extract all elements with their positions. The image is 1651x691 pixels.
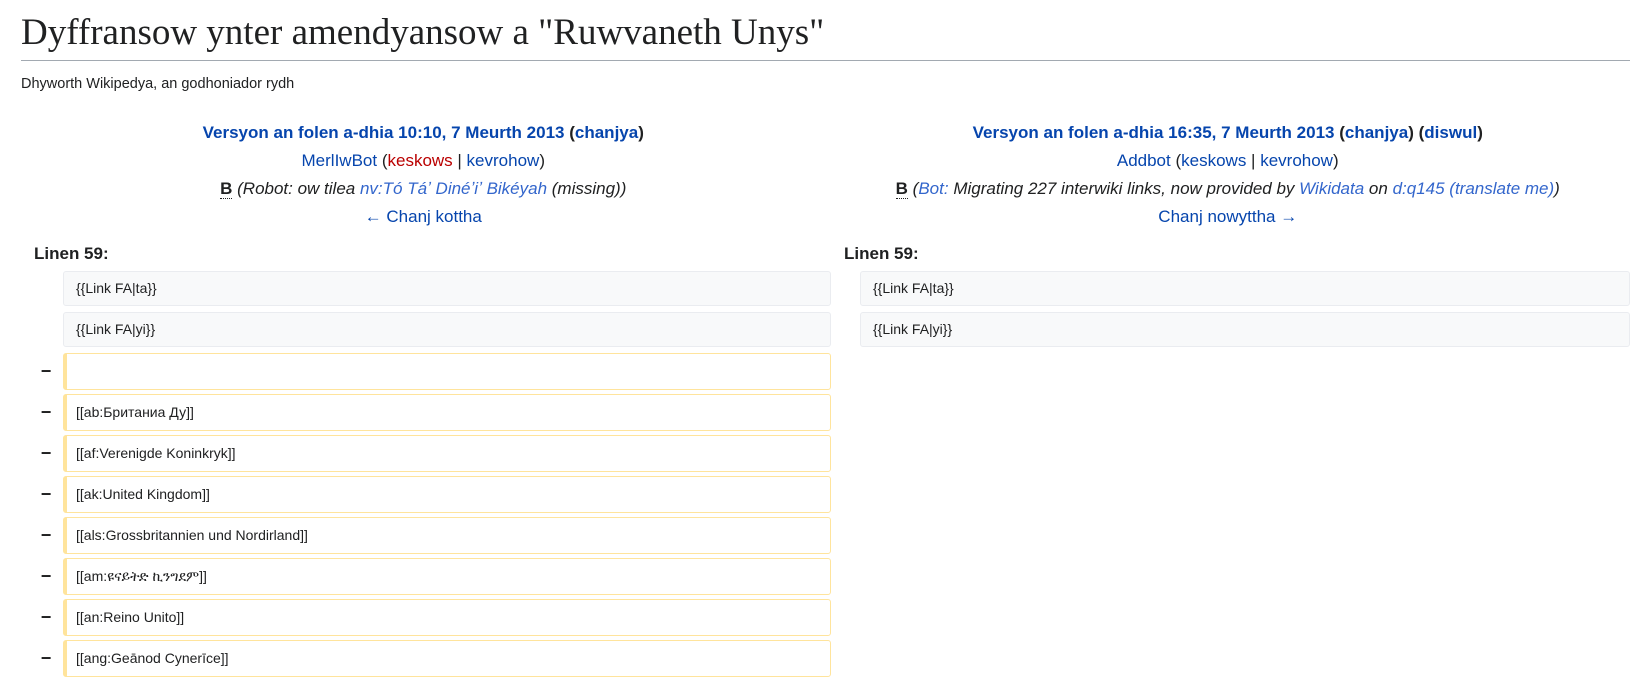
removed-row: − [[af:Verenigde Koninkryk]] [21, 435, 831, 476]
older-edit-link[interactable]: ← Chanj kottha [365, 207, 482, 226]
new-user-link[interactable]: Addbot [1117, 151, 1171, 170]
removed-row: − [[als:Grossbritannien und Nordirland]] [21, 517, 831, 558]
old-edit-summary: (Robot: ow tilea nv:Tó Táʼ Dinéʼiʼ Bikéy… [237, 179, 626, 198]
diff-headers: Versyon an folen a-dhia 10:10, 7 Meurth … [21, 119, 1630, 231]
summary-wikidata-link[interactable]: Wikidata [1299, 179, 1364, 198]
context-line: {{Link FA|ta}} [860, 271, 1630, 307]
bot-flag: B [220, 179, 233, 200]
new-user-talk-link[interactable]: keskows [1181, 151, 1246, 170]
minus-marker: − [40, 607, 52, 628]
context-row: {{Link FA|ta}} [831, 271, 1630, 312]
old-line-number: Linen 59: [34, 244, 109, 264]
context-row: {{Link FA|yi}} [831, 312, 1630, 353]
removed-line: [[als:Grossbritannien und Nordirland]] [63, 517, 831, 555]
old-revision-title-line: Versyon an folen a-dhia 10:10, 7 Meurth … [202, 123, 644, 143]
context-row: {{Link FA|ta}} [21, 271, 831, 312]
removed-row: − [[am:ዩናይትድ ኪንግደም]] [21, 558, 831, 599]
minus-marker: − [40, 525, 52, 546]
new-edit-summary: (Bot: Migrating 227 interwiki links, now… [912, 179, 1560, 199]
new-revision-title-line: Versyon an folen a-dhia 16:35, 7 Meurth … [972, 123, 1483, 143]
minus-marker: − [40, 443, 52, 464]
new-edit-link[interactable]: chanjya [1345, 123, 1408, 142]
removed-line: [[ang:Geānod Cynerīce]] [63, 640, 831, 678]
old-user-talk-link[interactable]: keskows [387, 151, 452, 170]
new-version-link[interactable]: Versyon an folen a-dhia 16:35, 7 Meurth … [973, 123, 1335, 142]
minus-marker: − [40, 402, 52, 423]
page-title: Dyffransow ynter amendyansow a "Ruwvanet… [21, 0, 1630, 62]
removed-row: − [[ak:United Kingdom]] [21, 476, 831, 517]
old-user-line: MerlIwBot (keskows | kevrohow) [301, 151, 545, 171]
diff-table: Linen 59: {{Link FA|ta}} {{Link FA|yi}} … [21, 237, 1630, 681]
summary-text: (missing)) [547, 179, 627, 199]
new-user-line: Addbot (keskows | kevrohow) [1116, 151, 1339, 171]
summary-interwiki-link[interactable]: nv:Tó Táʼ Dinéʼiʼ Bikéyah [360, 179, 547, 198]
removed-row: − [[ab:Британиа Ду]] [21, 394, 831, 435]
summary-text: on [1364, 179, 1393, 199]
old-user-link[interactable]: MerlIwBot [302, 151, 378, 170]
diff-new-side: Linen 59: {{Link FA|ta}} {{Link FA|yi}} [831, 237, 1630, 681]
new-revision-header: Versyon an folen a-dhia 16:35, 7 Meurth … [826, 119, 1631, 231]
bot-flag: B [895, 179, 908, 200]
newer-edit-link[interactable]: Chanj nowyttha → [1158, 207, 1297, 226]
summary-text: (Robot: ow tilea [237, 179, 360, 199]
summary-bot-link[interactable]: Bot: [918, 179, 948, 198]
undo-link[interactable]: diswul [1424, 123, 1477, 142]
new-user-contribs-link[interactable]: kevrohow [1260, 151, 1333, 170]
summary-text: Migrating 227 interwiki links, now provi… [948, 179, 1300, 199]
context-line: {{Link FA|yi}} [860, 312, 1630, 348]
site-subtitle: Dhyworth Wikipedya, an godhoniador rydh [21, 76, 295, 93]
diff-old-side: Linen 59: {{Link FA|ta}} {{Link FA|yi}} … [21, 237, 831, 681]
summary-item-link[interactable]: d:q145 (translate me) [1393, 179, 1555, 198]
old-edit-link[interactable]: chanjya [575, 123, 638, 142]
minus-marker: − [40, 648, 52, 669]
old-version-link[interactable]: Versyon an folen a-dhia 10:10, 7 Meurth … [203, 123, 565, 142]
minus-marker: − [40, 361, 52, 382]
context-line: {{Link FA|ta}} [63, 271, 831, 307]
context-row: {{Link FA|yi}} [21, 312, 831, 353]
old-revision-header: Versyon an folen a-dhia 10:10, 7 Meurth … [21, 119, 826, 231]
old-user-contribs-link[interactable]: kevrohow [467, 151, 540, 170]
removed-line [63, 353, 831, 391]
new-line-number: Linen 59: [844, 244, 919, 264]
removed-row: − [[an:Reino Unito]] [21, 599, 831, 640]
context-line: {{Link FA|yi}} [63, 312, 831, 348]
removed-line: [[an:Reino Unito]] [63, 599, 831, 637]
removed-row: − [21, 353, 831, 394]
old-summary-line: B (Robot: ow tilea nv:Tó Táʼ Dinéʼiʼ Bik… [21, 175, 826, 203]
removed-line: [[ab:Британиа Ду]] [63, 394, 831, 432]
removed-row: − [[ang:Geānod Cynerīce]] [21, 640, 831, 681]
page-content: Dyffransow ynter amendyansow a "Ruwvanet… [0, 0, 1651, 681]
old-nav-line: ← Chanj kottha [21, 203, 826, 231]
removed-line: [[ak:United Kingdom]] [63, 476, 831, 514]
new-summary-line: B (Bot: Migrating 227 interwiki links, n… [826, 175, 1631, 203]
new-nav-line: Chanj nowyttha → [826, 203, 1631, 231]
removed-line: [[am:ዩናይትድ ኪንግደም]] [63, 558, 831, 596]
minus-marker: − [40, 566, 52, 587]
minus-marker: − [40, 484, 52, 505]
removed-line: [[af:Verenigde Koninkryk]] [63, 435, 831, 473]
